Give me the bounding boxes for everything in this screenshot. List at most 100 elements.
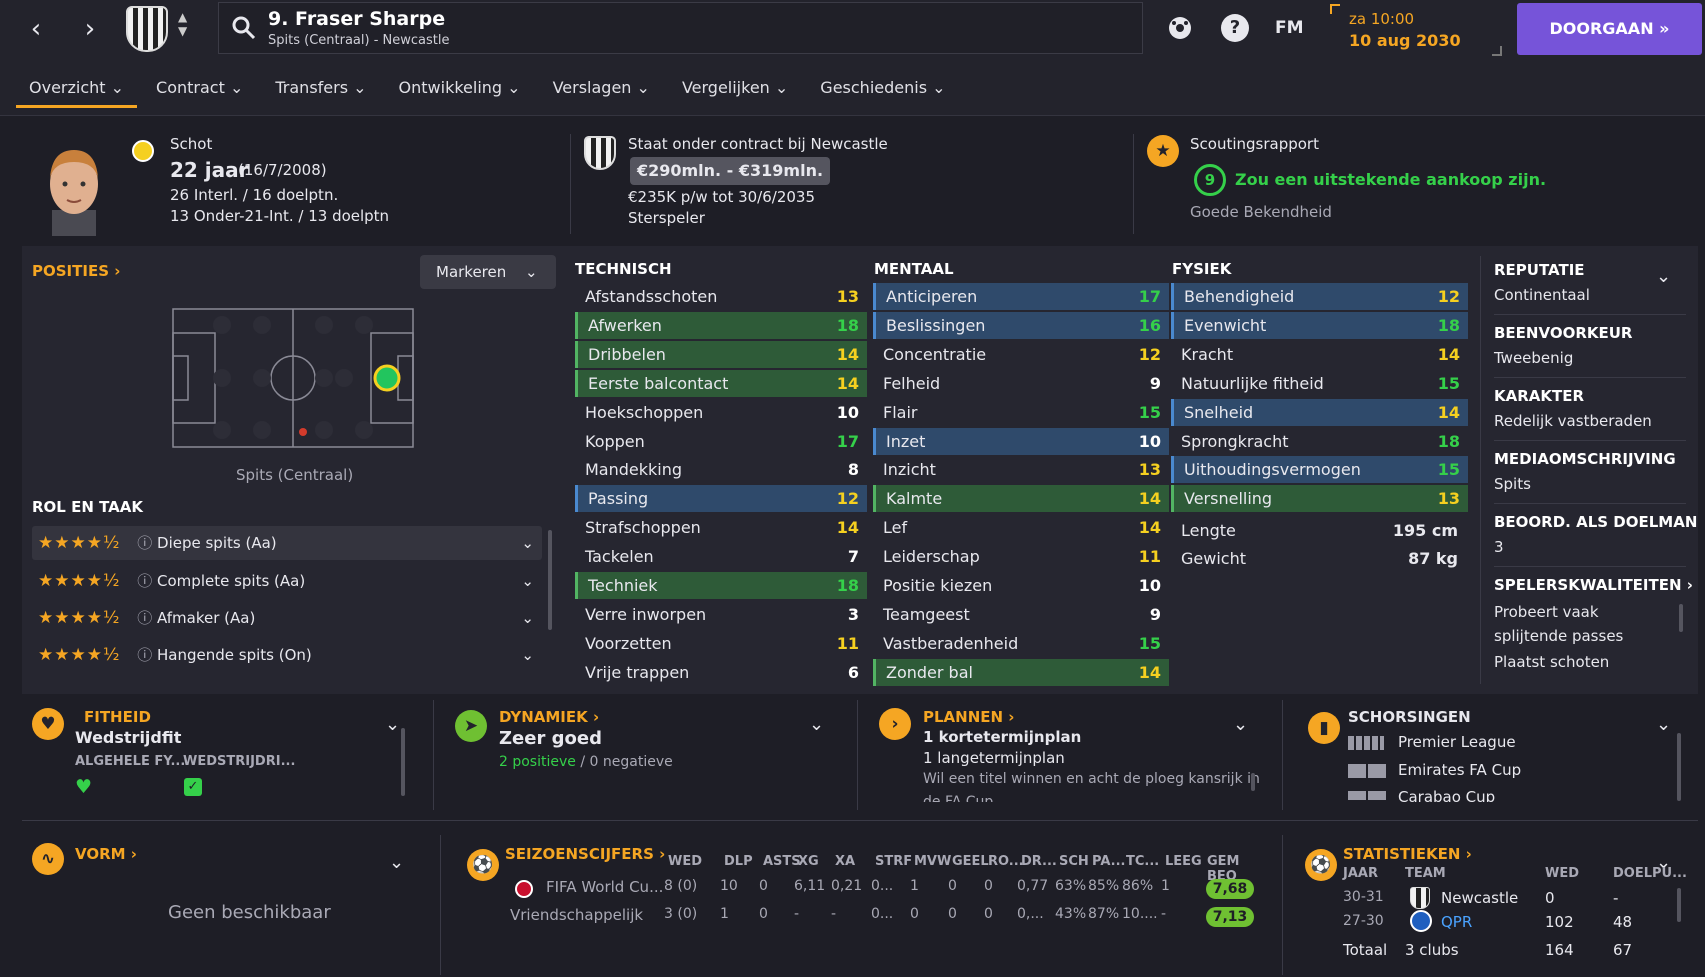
season-competition[interactable]: FIFA World Cu... bbox=[546, 878, 663, 896]
mark-dropdown[interactable]: Markeren ⌄ bbox=[420, 255, 556, 289]
role-row[interactable]: ★★★★½ ⓘ Hangende spits (On) ⌄ bbox=[32, 638, 542, 672]
back-arrow-icon[interactable]: ‹ bbox=[18, 14, 54, 44]
attribute-row[interactable]: Koppen 17 bbox=[575, 428, 867, 455]
attribute-row[interactable]: Positie kiezen 10 bbox=[873, 572, 1169, 599]
football-icon[interactable] bbox=[1166, 14, 1194, 42]
help-icon[interactable]: ? bbox=[1221, 14, 1249, 42]
media-value: Spits bbox=[1494, 475, 1531, 493]
attribute-row[interactable]: Dribbelen 14 bbox=[575, 340, 867, 368]
tab-contract[interactable]: Contract ⌄ bbox=[143, 76, 256, 108]
role-row[interactable]: ★★★★½ ⓘ Diepe spits (Aa) ⌄ bbox=[32, 526, 542, 560]
dynamics-title[interactable]: DYNAMIEK › bbox=[499, 708, 599, 726]
attribute-row[interactable]: Kracht 14 bbox=[1171, 341, 1468, 368]
info-icon[interactable]: ⓘ bbox=[137, 572, 152, 590]
plans-title[interactable]: PLANNEN › bbox=[923, 708, 1014, 726]
attribute-row[interactable]: Strafschoppen 14 bbox=[575, 514, 867, 541]
attribute-row[interactable]: Uithoudingsvermogen 15 bbox=[1171, 456, 1468, 484]
club-crest-icon[interactable] bbox=[126, 6, 168, 52]
career-scrollbar[interactable] bbox=[1677, 888, 1681, 922]
attribute-row[interactable]: Afstandsschoten 13 bbox=[575, 283, 867, 310]
plans-long-term: 1 langetermijnplan bbox=[923, 749, 1065, 767]
attribute-row[interactable]: Evenwicht 18 bbox=[1171, 311, 1468, 339]
chevron-down-icon[interactable]: ⌄ bbox=[521, 601, 534, 635]
attribute-row[interactable]: Flair 15 bbox=[873, 399, 1169, 426]
attribute-row[interactable]: Leiderschap 11 bbox=[873, 543, 1169, 570]
attribute-row[interactable]: Inzicht 13 bbox=[873, 456, 1169, 483]
attribute-row[interactable]: Beslissingen 16 bbox=[873, 311, 1169, 339]
player-search-box[interactable]: 9. Fraser Sharpe Spits (Centraal) - Newc… bbox=[218, 2, 1143, 54]
suspensions-scrollbar[interactable] bbox=[1677, 733, 1681, 801]
attribute-row[interactable]: Hoekschoppen 10 bbox=[575, 399, 867, 426]
attribute-row[interactable]: Kalmte 14 bbox=[873, 485, 1169, 513]
newcastle-crest-icon[interactable] bbox=[584, 136, 616, 170]
attribute-row[interactable]: Passing 12 bbox=[575, 485, 867, 513]
career-team[interactable]: Newcastle bbox=[1441, 889, 1518, 907]
attribute-row[interactable]: Inzet 10 bbox=[873, 427, 1169, 455]
form-title[interactable]: VORM › bbox=[75, 845, 137, 863]
info-icon[interactable]: ⓘ bbox=[137, 646, 152, 664]
chevron-down-icon[interactable]: ⌄ bbox=[809, 714, 824, 735]
chevron-down-icon[interactable]: ⌄ bbox=[521, 526, 534, 560]
tab-transfers[interactable]: Transfers ⌄ bbox=[262, 76, 379, 108]
attribute-row[interactable]: Zonder bal 14 bbox=[873, 658, 1169, 686]
continue-button[interactable]: DOORGAAN » bbox=[1517, 3, 1702, 55]
roles-scrollbar[interactable] bbox=[548, 530, 552, 630]
attribute-row[interactable]: Anticiperen 17 bbox=[873, 283, 1169, 310]
position-pitch[interactable] bbox=[172, 308, 416, 450]
tab-verslagen[interactable]: Verslagen ⌄ bbox=[540, 76, 663, 108]
attribute-row[interactable]: Afwerken 18 bbox=[575, 311, 867, 339]
attribute-row[interactable]: Sprongkracht 18 bbox=[1171, 428, 1468, 455]
plans-scrollbar[interactable] bbox=[1251, 773, 1255, 791]
attribute-row[interactable]: Tackelen 7 bbox=[575, 543, 867, 570]
chevron-down-icon[interactable]: ⌄ bbox=[1233, 714, 1248, 735]
fm-logo[interactable]: FM bbox=[1275, 18, 1304, 38]
plans-detail-cut: de FA Cup bbox=[923, 794, 994, 802]
chevron-down-icon[interactable]: ⌄ bbox=[1656, 266, 1671, 287]
season-competition[interactable]: Vriendschappelijk bbox=[510, 906, 643, 924]
attribute-row[interactable]: Natuurlijke fitheid 15 bbox=[1171, 370, 1468, 397]
tab-geschiedenis[interactable]: Geschiedenis ⌄ bbox=[807, 76, 958, 108]
attribute-name: Lef bbox=[883, 518, 908, 538]
attribute-row[interactable]: Teamgeest 9 bbox=[873, 601, 1169, 628]
tab-ontwikkeling[interactable]: Ontwikkeling ⌄ bbox=[386, 76, 534, 108]
attribute-row[interactable]: Concentratie 12 bbox=[873, 341, 1169, 368]
tab-overzicht[interactable]: Overzicht ⌄ bbox=[16, 76, 138, 108]
attribute-row[interactable]: Techniek 18 bbox=[575, 572, 867, 599]
attribute-row[interactable]: Voorzetten 11 bbox=[575, 630, 867, 657]
attribute-row[interactable]: Mandekking 8 bbox=[575, 456, 867, 483]
positions-title[interactable]: POSITIES › bbox=[32, 262, 120, 280]
chevron-down-icon[interactable]: ⌄ bbox=[1656, 714, 1671, 735]
transfer-value-badge[interactable]: €290mln. - €319mln. bbox=[630, 157, 830, 185]
attribute-row[interactable]: Versnelling 13 bbox=[1171, 485, 1468, 513]
attribute-row[interactable]: Lef 14 bbox=[873, 514, 1169, 541]
attribute-row[interactable]: Eerste balcontact 14 bbox=[575, 369, 867, 397]
attribute-row[interactable]: Behendigheid 12 bbox=[1171, 283, 1468, 310]
tab-vergelijken[interactable]: Vergelijken ⌄ bbox=[669, 76, 801, 108]
attribute-row[interactable]: Vastberadenheid 15 bbox=[873, 630, 1169, 657]
forward-arrow-icon[interactable]: › bbox=[72, 14, 108, 44]
attribute-row[interactable]: Snelheid 14 bbox=[1171, 398, 1468, 426]
career-stats-title[interactable]: STATISTIEKEN › bbox=[1343, 845, 1472, 863]
chevron-down-icon[interactable]: ⌄ bbox=[521, 638, 534, 672]
fitness-scrollbar[interactable] bbox=[401, 728, 405, 796]
attribute-value: 18 bbox=[1437, 431, 1460, 451]
attribute-row[interactable]: Felheid 9 bbox=[873, 370, 1169, 397]
traits-title[interactable]: SPELERSKWALITEITEN › bbox=[1494, 576, 1693, 594]
role-row[interactable]: ★★★★½ ⓘ Complete spits (Aa) ⌄ bbox=[32, 564, 542, 598]
crest-switch-icon[interactable]: ▲ ▼ bbox=[178, 10, 187, 38]
attribute-value: 13 bbox=[1138, 460, 1161, 480]
role-row[interactable]: ★★★★½ ⓘ Afmaker (Aa) ⌄ bbox=[32, 601, 542, 635]
fitness-title[interactable]: FITHEID bbox=[84, 708, 151, 726]
info-icon[interactable]: ⓘ bbox=[137, 534, 152, 552]
attribute-row[interactable]: Verre inworpen 3 bbox=[575, 601, 867, 628]
chevron-down-icon[interactable]: ⌄ bbox=[389, 852, 404, 873]
attribute-row[interactable]: Vrije trappen 6 bbox=[575, 659, 867, 686]
chevron-down-icon[interactable]: ⌄ bbox=[521, 564, 534, 598]
nationality-flag-icon[interactable] bbox=[132, 140, 154, 162]
info-icon[interactable]: ⓘ bbox=[137, 609, 152, 627]
attribute-name: Verre inworpen bbox=[585, 604, 707, 624]
career-team[interactable]: QPR bbox=[1441, 913, 1472, 931]
traits-scrollbar[interactable] bbox=[1679, 604, 1683, 632]
chevron-down-icon[interactable]: ⌄ bbox=[385, 714, 400, 735]
mental-title: MENTAAL bbox=[874, 260, 954, 278]
